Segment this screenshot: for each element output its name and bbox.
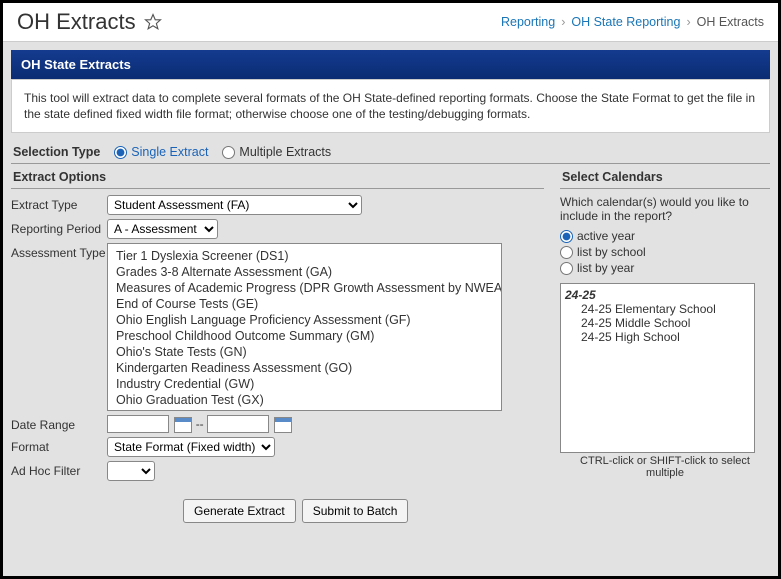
radio-list-by-school-label: list by school — [577, 245, 646, 259]
breadcrumb-current: OH Extracts — [697, 15, 764, 29]
list-item[interactable]: Industry Credential (GW) — [110, 376, 499, 392]
list-item[interactable]: End of Course Tests (GE) — [110, 296, 499, 312]
section-band-title: OH State Extracts — [11, 50, 770, 79]
calendars-question: Which calendar(s) would you like to incl… — [560, 195, 770, 223]
extract-type-select[interactable]: Student Assessment (FA) — [107, 195, 362, 215]
adhoc-filter-label: Ad Hoc Filter — [11, 461, 107, 478]
radio-active-year-label: active year — [577, 229, 635, 243]
breadcrumb-link-reporting[interactable]: Reporting — [501, 15, 555, 29]
breadcrumb: Reporting › OH State Reporting › OH Extr… — [501, 15, 764, 29]
calendar-item[interactable]: 24-25 Middle School — [565, 316, 750, 330]
calendar-icon[interactable] — [174, 417, 192, 433]
select-calendars-title: Select Calendars — [560, 164, 770, 189]
radio-multiple-extracts-input[interactable] — [222, 146, 235, 159]
submit-to-batch-button[interactable]: Submit to Batch — [302, 499, 409, 523]
chevron-right-icon: › — [561, 15, 565, 29]
list-item[interactable]: Ohio English Language Proficiency Assess… — [110, 312, 499, 328]
radio-multiple-extracts-label: Multiple Extracts — [239, 145, 331, 159]
radio-active-year-input[interactable] — [560, 230, 573, 243]
radio-single-extract[interactable]: Single Extract — [114, 145, 208, 159]
star-icon[interactable] — [144, 13, 162, 31]
calendars-hint: CTRL-click or SHIFT-click to select mult… — [560, 455, 770, 479]
list-item[interactable]: Measures of Academic Progress (DPR Growt… — [110, 280, 499, 296]
calendar-item[interactable]: 24-25 Elementary School — [565, 302, 750, 316]
radio-multiple-extracts[interactable]: Multiple Extracts — [222, 145, 331, 159]
page-title: OH Extracts — [17, 9, 136, 35]
radio-list-by-year-input[interactable] — [560, 262, 573, 275]
date-range-end-input[interactable] — [207, 415, 269, 433]
generate-extract-button[interactable]: Generate Extract — [183, 499, 296, 523]
chevron-right-icon: › — [686, 15, 690, 29]
list-item[interactable]: Preschool Childhood Outcome Summary (GM) — [110, 328, 499, 344]
radio-list-by-year-label: list by year — [577, 261, 634, 275]
date-range-label: Date Range — [11, 415, 107, 432]
list-item[interactable]: Grades 3-8 Alternate Assessment (GA) — [110, 264, 499, 280]
calendar-group[interactable]: 24-25 — [565, 288, 750, 302]
assessment-type-label: Assessment Type — [11, 243, 107, 260]
extract-type-label: Extract Type — [11, 195, 107, 212]
radio-list-by-year[interactable]: list by year — [560, 261, 770, 275]
radio-single-extract-label: Single Extract — [131, 145, 208, 159]
radio-list-by-school[interactable]: list by school — [560, 245, 770, 259]
list-item[interactable]: Ohio's State Tests (GN) — [110, 344, 499, 360]
date-range-separator: -- — [196, 417, 204, 431]
list-item[interactable]: Tier 1 Dyslexia Screener (DS1) — [110, 248, 499, 264]
adhoc-filter-select[interactable] — [107, 461, 155, 481]
list-item[interactable]: Ohio Graduation Test (GX) — [110, 392, 499, 408]
format-label: Format — [11, 437, 107, 454]
breadcrumb-link-state-reporting[interactable]: OH State Reporting — [571, 15, 680, 29]
extract-options-title: Extract Options — [11, 164, 544, 189]
reporting-period-select[interactable]: A - Assessment — [107, 219, 218, 239]
radio-single-extract-input[interactable] — [114, 146, 127, 159]
date-range-start-input[interactable] — [107, 415, 169, 433]
radio-list-by-school-input[interactable] — [560, 246, 573, 259]
selection-type-label: Selection Type — [13, 145, 100, 159]
assessment-type-listbox[interactable]: Tier 1 Dyslexia Screener (DS1) Grades 3-… — [107, 243, 502, 411]
info-text: This tool will extract data to complete … — [11, 79, 770, 133]
calendars-listbox[interactable]: 24-25 24-25 Elementary School 24-25 Midd… — [560, 283, 755, 453]
calendar-item[interactable]: 24-25 High School — [565, 330, 750, 344]
radio-active-year[interactable]: active year — [560, 229, 770, 243]
format-select[interactable]: State Format (Fixed width) — [107, 437, 275, 457]
reporting-period-label: Reporting Period — [11, 219, 107, 236]
calendar-icon[interactable] — [274, 417, 292, 433]
list-item[interactable]: Kindergarten Readiness Assessment (GO) — [110, 360, 499, 376]
